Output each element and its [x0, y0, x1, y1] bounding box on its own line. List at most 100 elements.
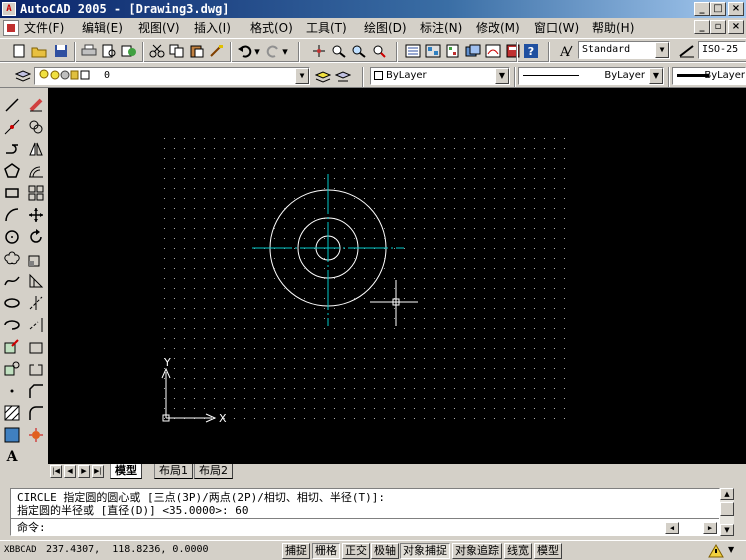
scroll-down-button[interactable]: ▼ — [720, 524, 734, 536]
break-icon[interactable] — [27, 360, 45, 378]
chevron-down-icon[interactable]: ▼ — [649, 68, 663, 84]
mtext-icon[interactable]: A — [3, 448, 21, 466]
document-icon[interactable] — [3, 20, 19, 36]
layer-previous-icon[interactable] — [334, 67, 352, 85]
circle-icon[interactable] — [3, 228, 21, 246]
maximize-button[interactable]: □ — [710, 2, 726, 16]
next-tab-button[interactable]: ▶ — [78, 465, 90, 478]
doc-minimize-button[interactable]: _ — [694, 20, 710, 34]
lineweight-select[interactable]: ByLayer — [672, 67, 746, 85]
status-menu-arrow[interactable]: ▼ — [728, 545, 734, 554]
cut-icon[interactable] — [148, 42, 166, 60]
otrack-toggle[interactable]: 对象追踪 — [452, 543, 502, 559]
minimize-button[interactable]: _ — [694, 2, 710, 16]
trim-icon[interactable] — [27, 294, 45, 312]
markup-set-icon[interactable] — [484, 42, 502, 60]
model-toggle[interactable]: 模型 — [534, 543, 562, 559]
text-style-icon[interactable]: A — [556, 42, 574, 60]
chevron-down-icon[interactable]: ▼ — [295, 68, 309, 84]
tool-palettes-icon[interactable] — [444, 42, 462, 60]
array-icon[interactable] — [27, 184, 45, 202]
break-at-point-icon[interactable] — [27, 338, 45, 356]
doc-close-button[interactable]: × — [728, 20, 744, 34]
chevron-down-icon[interactable]: ▼ — [495, 68, 509, 84]
polygon-icon[interactable] — [3, 162, 21, 180]
menu-dimension[interactable]: 标注(N) — [420, 20, 462, 36]
tab-model[interactable]: 模型 — [110, 464, 142, 479]
construction-line-icon[interactable] — [3, 118, 21, 136]
rectangle-icon[interactable] — [3, 184, 21, 202]
print-icon[interactable] — [80, 42, 98, 60]
new-icon[interactable] — [10, 42, 28, 60]
osnap-toggle[interactable]: 对象捕捉 — [400, 543, 450, 559]
polyline-icon[interactable] — [3, 140, 21, 158]
prev-tab-button[interactable]: ◀ — [64, 465, 76, 478]
scale-icon[interactable] — [27, 250, 45, 268]
hatch-icon[interactable] — [3, 404, 21, 422]
menu-draw[interactable]: 绘图(D) — [364, 20, 407, 36]
polar-toggle[interactable]: 极轴 — [371, 543, 399, 559]
ellipse-arc-icon[interactable] — [3, 316, 21, 334]
color-select[interactable]: ByLayer ▼ — [370, 67, 510, 85]
extend-icon[interactable] — [27, 316, 45, 334]
match-properties-icon[interactable] — [208, 42, 226, 60]
snap-toggle[interactable]: 捕捉 — [282, 543, 310, 559]
drawing-area[interactable]: Y X — [48, 88, 746, 464]
make-layer-current-icon[interactable] — [314, 67, 332, 85]
lineweight-toggle[interactable]: 线宽 — [504, 543, 532, 559]
menu-format[interactable]: 格式(O) — [250, 20, 293, 36]
plot-preview-icon[interactable] — [100, 42, 118, 60]
hscroll-left-button[interactable]: ◀ — [665, 522, 679, 534]
publish-icon[interactable] — [120, 42, 138, 60]
zoom-realtime-icon[interactable] — [330, 42, 348, 60]
command-prompt[interactable]: 命令: — [17, 522, 46, 533]
copy-object-icon[interactable] — [27, 118, 45, 136]
tab-layout2[interactable]: 布局2 — [194, 464, 233, 479]
fillet-icon[interactable] — [27, 404, 45, 422]
zoom-window-icon[interactable] — [350, 42, 368, 60]
drawing-canvas[interactable]: Y X — [48, 88, 746, 464]
erase-icon[interactable] — [27, 96, 45, 114]
move-icon[interactable] — [27, 206, 45, 224]
stretch-icon[interactable] — [27, 272, 45, 290]
menu-edit[interactable]: 编辑(E) — [82, 20, 123, 36]
point-icon[interactable] — [3, 382, 21, 400]
save-icon[interactable] — [52, 42, 70, 60]
mirror-icon[interactable] — [27, 140, 45, 158]
hscroll-right-button[interactable]: ▶ — [703, 522, 717, 534]
menu-insert[interactable]: 插入(I) — [194, 20, 231, 36]
make-block-icon[interactable] — [3, 360, 21, 378]
pan-realtime-icon[interactable] — [310, 42, 328, 60]
doc-restore-button[interactable]: ▫ — [710, 20, 726, 34]
redo-dropdown-icon[interactable]: ▾ — [280, 42, 290, 60]
help-icon[interactable]: ? — [522, 42, 540, 60]
scroll-up-button[interactable]: ▲ — [720, 488, 734, 500]
close-button[interactable]: × — [728, 2, 744, 16]
menu-help[interactable]: 帮助(H) — [592, 20, 634, 36]
ellipse-icon[interactable] — [3, 294, 21, 312]
line-icon[interactable] — [3, 96, 21, 114]
chevron-down-icon[interactable]: ▼ — [655, 42, 669, 58]
gradient-icon[interactable] — [3, 426, 21, 444]
copy-icon[interactable] — [168, 42, 186, 60]
revision-cloud-icon[interactable] — [3, 250, 21, 268]
open-icon[interactable] — [30, 42, 48, 60]
scroll-thumb[interactable] — [720, 502, 734, 516]
paste-icon[interactable] — [188, 42, 206, 60]
explode-icon[interactable] — [27, 426, 45, 444]
command-scrollbar[interactable]: ▲ ▼ — [720, 488, 734, 536]
dim-style-icon[interactable] — [678, 42, 696, 60]
ortho-toggle[interactable]: 正交 — [342, 543, 370, 559]
menu-window[interactable]: 窗口(W) — [534, 20, 579, 36]
linetype-select[interactable]: ByLayer ▼ — [518, 67, 664, 85]
layer-manager-icon[interactable] — [14, 67, 32, 85]
chamfer-icon[interactable] — [27, 382, 45, 400]
rotate-icon[interactable] — [27, 228, 45, 246]
first-tab-button[interactable]: |◀ — [50, 465, 62, 478]
sheet-set-icon[interactable] — [464, 42, 482, 60]
last-tab-button[interactable]: ▶| — [92, 465, 104, 478]
layer-select[interactable]: 0 ▼ — [34, 67, 310, 85]
text-style-select[interactable]: Standard ▼ — [578, 41, 670, 59]
undo-dropdown-icon[interactable]: ▾ — [252, 42, 262, 60]
dim-style-select[interactable]: ISO-25 — [698, 41, 746, 59]
